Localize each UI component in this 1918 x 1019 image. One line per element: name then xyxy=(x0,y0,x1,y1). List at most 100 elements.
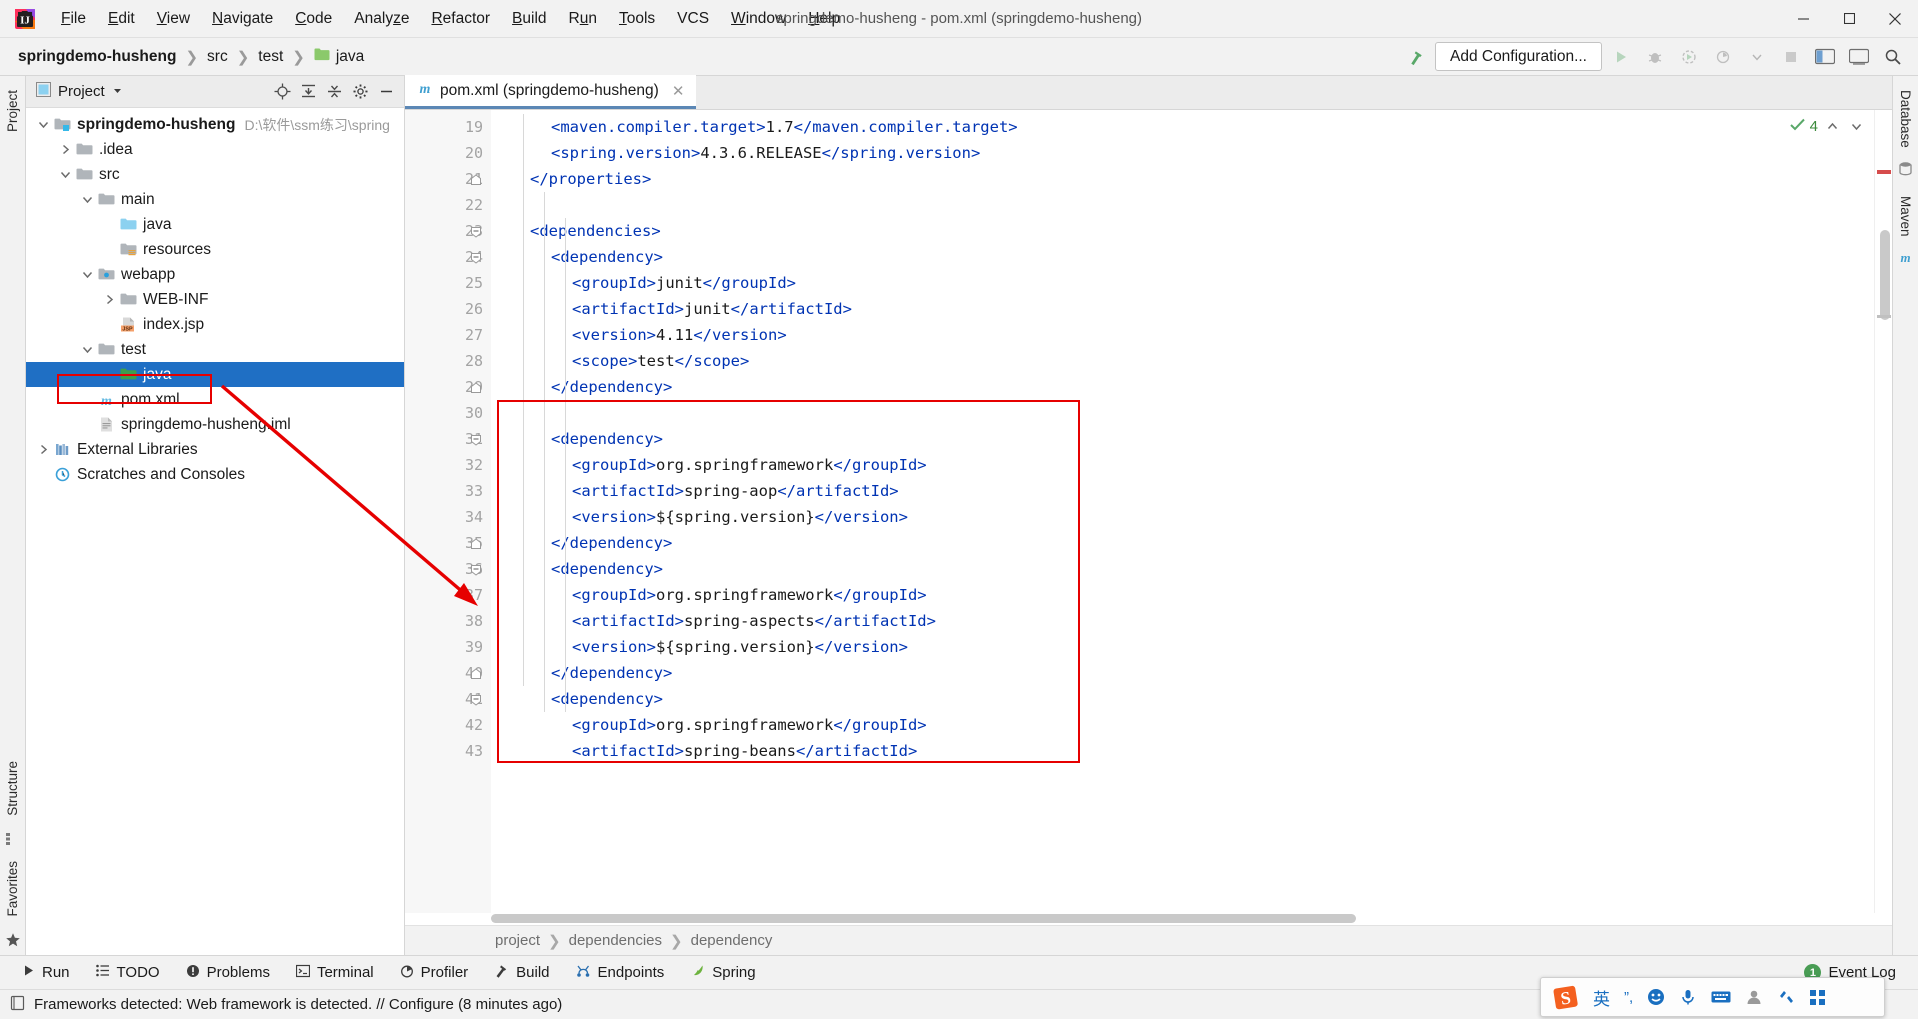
tool-window-todo[interactable]: TODO xyxy=(84,960,172,985)
breadcrumb-java[interactable]: java xyxy=(310,45,368,68)
vertical-scrollbar-thumb[interactable] xyxy=(1880,230,1890,320)
menu-tools[interactable]: Tools xyxy=(608,6,666,32)
apps-grid-icon[interactable] xyxy=(1809,989,1826,1006)
horizontal-scrollbar[interactable] xyxy=(405,913,1892,925)
sogou-ime-toolbar[interactable]: S 英 ”, xyxy=(1540,977,1885,1017)
add-configuration-button[interactable]: Add Configuration... xyxy=(1434,42,1602,71)
tree-item-src[interactable]: src xyxy=(26,162,404,187)
menu-build[interactable]: Build xyxy=(501,6,557,32)
tool-window-terminal[interactable]: Terminal xyxy=(284,960,386,986)
sidebar-item-database[interactable]: Database xyxy=(1894,82,1917,156)
code-content[interactable]: <maven.compiler.target>1.7</maven.compil… xyxy=(491,110,1874,764)
code-line[interactable]: <version>${spring.version}</version> xyxy=(491,504,1874,530)
code-line[interactable]: <dependency> xyxy=(491,686,1874,712)
fold-collapse-icon[interactable] xyxy=(469,563,482,576)
code-line[interactable]: </dependency> xyxy=(491,374,1874,400)
collapse-all-icon[interactable] xyxy=(296,80,320,104)
tool-window-profiler[interactable]: Profiler xyxy=(388,960,481,986)
expand-icon[interactable] xyxy=(322,80,346,104)
presentation-icon[interactable] xyxy=(1844,42,1874,72)
tree-item-springdemo-husheng-iml[interactable]: springdemo-husheng.iml xyxy=(26,412,404,437)
horizontal-scrollbar-thumb[interactable] xyxy=(491,914,1356,923)
code-line[interactable]: <dependency> xyxy=(491,244,1874,270)
tool-window-problems[interactable]: Problems xyxy=(174,960,282,986)
xml-crumb-project[interactable]: project xyxy=(491,931,544,950)
fold-end-icon[interactable] xyxy=(469,173,482,186)
hide-icon[interactable] xyxy=(374,80,398,104)
minimize-button[interactable] xyxy=(1780,0,1826,38)
hammer-icon[interactable] xyxy=(1401,42,1431,72)
code-line[interactable]: <groupId>junit</groupId> xyxy=(491,270,1874,296)
menu-run[interactable]: Run xyxy=(558,6,608,32)
tree-item-pom-xml[interactable]: m pom.xml xyxy=(26,387,404,412)
debug-icon[interactable] xyxy=(1640,42,1670,72)
sidebar-item-structure[interactable]: Structure xyxy=(1,753,24,824)
tree-item-idea[interactable]: .idea xyxy=(26,137,404,162)
xml-crumb-dependencies[interactable]: dependencies xyxy=(565,931,666,950)
code-line[interactable]: <artifactId>spring-aop</artifactId> xyxy=(491,478,1874,504)
code-line[interactable]: <artifactId>junit</artifactId> xyxy=(491,296,1874,322)
search-icon[interactable] xyxy=(1878,42,1908,72)
code-line[interactable]: <dependency> xyxy=(491,556,1874,582)
code-scroll[interactable]: <maven.compiler.target>1.7</maven.compil… xyxy=(491,110,1874,913)
sogou-logo-icon[interactable]: S xyxy=(1553,984,1579,1010)
code-line[interactable]: </dependency> xyxy=(491,660,1874,686)
code-line[interactable]: <dependency> xyxy=(491,426,1874,452)
ime-mode-label[interactable]: 英 xyxy=(1593,985,1610,1010)
chevron-right-icon[interactable] xyxy=(34,444,52,455)
tool-window-run[interactable]: Run xyxy=(10,960,82,985)
menu-navigate[interactable]: Navigate xyxy=(201,6,284,32)
chevron-right-icon[interactable] xyxy=(100,294,118,305)
tree-item-web-inf[interactable]: WEB-INF xyxy=(26,287,404,312)
fold-collapse-icon[interactable] xyxy=(469,693,482,706)
tree-item-java[interactable]: java xyxy=(26,212,404,237)
code-line[interactable]: <scope>test</scope> xyxy=(491,348,1874,374)
tree-item-external-libraries[interactable]: External Libraries xyxy=(26,437,404,462)
menu-view[interactable]: View xyxy=(146,6,201,32)
menu-vcs[interactable]: VCS xyxy=(666,6,720,32)
chevron-up-icon[interactable] xyxy=(1822,117,1842,137)
tree-item-java[interactable]: java xyxy=(26,362,404,387)
code-line[interactable]: <artifactId>spring-aspects</artifactId> xyxy=(491,608,1874,634)
code-line[interactable]: <groupId>org.springframework</groupId> xyxy=(491,712,1874,738)
stop-icon[interactable] xyxy=(1776,42,1806,72)
chevron-down-icon[interactable] xyxy=(1742,42,1772,72)
menu-bar[interactable]: File Edit View Navigate Code Analyze Ref… xyxy=(50,6,851,32)
inspection-widget[interactable]: 4 xyxy=(1789,116,1866,137)
tree-item-springdemo-husheng[interactable]: springdemo-husheng D:\软件\ssm练习\spring xyxy=(26,112,404,137)
maximize-button[interactable] xyxy=(1826,0,1872,38)
tree-item-test[interactable]: test xyxy=(26,337,404,362)
breadcrumb-src[interactable]: src xyxy=(203,46,232,68)
code-line[interactable]: </properties> xyxy=(491,166,1874,192)
fold-collapse-icon[interactable] xyxy=(469,433,482,446)
settings-gear-icon[interactable] xyxy=(348,80,372,104)
code-line[interactable]: <version>${spring.version}</version> xyxy=(491,634,1874,660)
close-button[interactable] xyxy=(1872,0,1918,38)
fold-end-icon[interactable] xyxy=(469,381,482,394)
editor-gutter[interactable]: 1920212223242526272829303132333435363738… xyxy=(405,110,491,913)
tab-pom-xml[interactable]: m pom.xml (springdemo-husheng) ✕ xyxy=(405,75,697,109)
tool-window-endpoints[interactable]: Endpoints xyxy=(564,960,677,986)
user-icon[interactable] xyxy=(1745,988,1763,1006)
code-line[interactable]: <maven.compiler.target>1.7</maven.compil… xyxy=(491,114,1874,140)
menu-window[interactable]: Window xyxy=(720,6,797,32)
sidebar-item-project[interactable]: Project xyxy=(1,82,24,140)
code-line[interactable]: <artifactId>spring-beans</artifactId> xyxy=(491,738,1874,764)
breadcrumb-project[interactable]: springdemo-husheng xyxy=(14,46,180,68)
fold-end-icon[interactable] xyxy=(469,537,482,550)
code-line[interactable] xyxy=(491,192,1874,218)
chevron-right-icon[interactable] xyxy=(56,144,74,155)
tool-window-build[interactable]: Build xyxy=(482,959,561,986)
tree-item-scratches-and-consoles[interactable]: Scratches and Consoles xyxy=(26,462,404,487)
breadcrumb-test[interactable]: test xyxy=(254,46,287,68)
keyboard-icon[interactable] xyxy=(1711,989,1731,1005)
tree-item-index-jsp[interactable]: JSP index.jsp xyxy=(26,312,404,337)
sidebar-item-favorites[interactable]: Favorites xyxy=(1,853,24,925)
layout-icon[interactable] xyxy=(1810,42,1840,72)
xml-crumb-dependency[interactable]: dependency xyxy=(687,931,777,950)
profile-icon[interactable] xyxy=(1708,42,1738,72)
menu-refactor[interactable]: Refactor xyxy=(420,6,501,32)
menu-file[interactable]: File xyxy=(50,6,97,32)
close-icon[interactable]: ✕ xyxy=(670,82,687,100)
fold-collapse-icon[interactable] xyxy=(469,251,482,264)
